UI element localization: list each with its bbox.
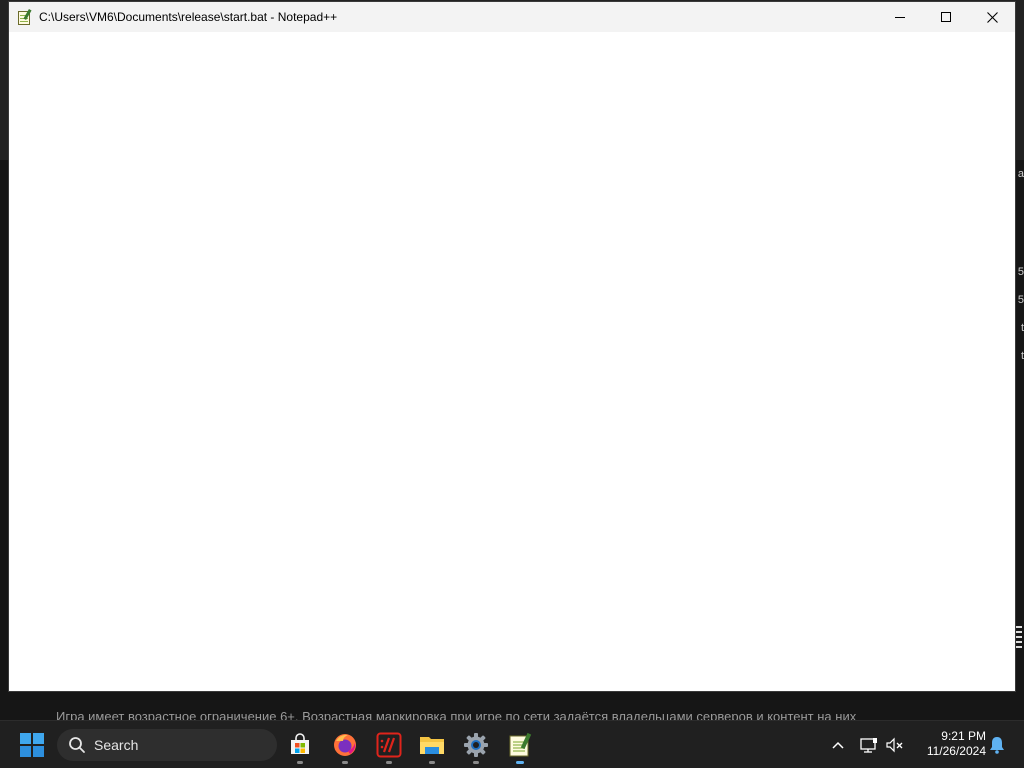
volume-button[interactable]: [884, 733, 906, 757]
windows-logo-icon: [20, 733, 44, 757]
microsoft-store-icon: [291, 733, 309, 754]
file-explorer-icon: [420, 737, 444, 754]
firefox-icon: [334, 734, 356, 756]
window-controls: [877, 2, 1015, 32]
running-indicator: [342, 761, 348, 764]
window-titlebar[interactable]: C:\Users\VM6\Documents\release\start.bat…: [9, 2, 1015, 32]
chevron-up-icon: [832, 741, 844, 749]
editor-app-icon: [376, 732, 402, 758]
notifications-button[interactable]: [986, 733, 1008, 757]
notepadpp-window: C:\Users\VM6\Documents\release\start.bat…: [8, 1, 1016, 692]
settings-icon: [464, 733, 488, 757]
maximize-button[interactable]: [923, 2, 969, 32]
network-icon: [860, 738, 877, 753]
taskbar-app-file-explorer[interactable]: [414, 727, 450, 764]
search-icon: [69, 737, 85, 753]
notepadpp-icon: [509, 732, 532, 757]
close-button[interactable]: [969, 2, 1015, 32]
background-text-fragment: 5: [1017, 294, 1024, 306]
clock-date: 11/26/2024: [926, 744, 986, 758]
taskbar-app-editor[interactable]: [371, 727, 407, 764]
taskbar-app-firefox[interactable]: [327, 727, 363, 764]
close-icon: [986, 11, 998, 23]
running-indicator: [297, 761, 303, 764]
taskbar-app-settings[interactable]: [458, 727, 494, 764]
taskbar: 9:21 PM 11/26/2024: [0, 720, 1024, 768]
search-input[interactable]: [94, 737, 254, 753]
running-indicator: [386, 761, 392, 764]
background-age-rating-text: Игра имеет возрастное ограничение 6+. Во…: [56, 709, 857, 720]
background-text-fragment: 5: [1017, 266, 1024, 278]
active-indicator: [516, 761, 524, 764]
notepadpp-icon: [17, 8, 33, 25]
running-indicator: [473, 761, 479, 764]
bell-icon: [990, 737, 1004, 754]
taskbar-app-microsoft-store[interactable]: [282, 727, 318, 764]
tray-overflow-button[interactable]: [828, 733, 848, 757]
network-button[interactable]: [858, 733, 880, 757]
minimize-icon: [895, 17, 905, 18]
start-button[interactable]: [16, 731, 48, 759]
taskbar-app-notepadpp[interactable]: [502, 727, 538, 764]
window-title: C:\Users\VM6\Documents\release\start.bat…: [39, 10, 338, 24]
clock[interactable]: 9:21 PM 11/26/2024: [914, 729, 986, 759]
editor-area[interactable]: [9, 32, 1015, 691]
taskbar-search[interactable]: [57, 729, 277, 761]
minimize-button[interactable]: [877, 2, 923, 32]
clock-time: 9:21 PM: [941, 729, 986, 743]
maximize-icon: [941, 12, 951, 22]
background-text-fragment: a: [1017, 168, 1024, 180]
running-indicator: [429, 761, 435, 764]
volume-muted-icon: [886, 737, 903, 753]
